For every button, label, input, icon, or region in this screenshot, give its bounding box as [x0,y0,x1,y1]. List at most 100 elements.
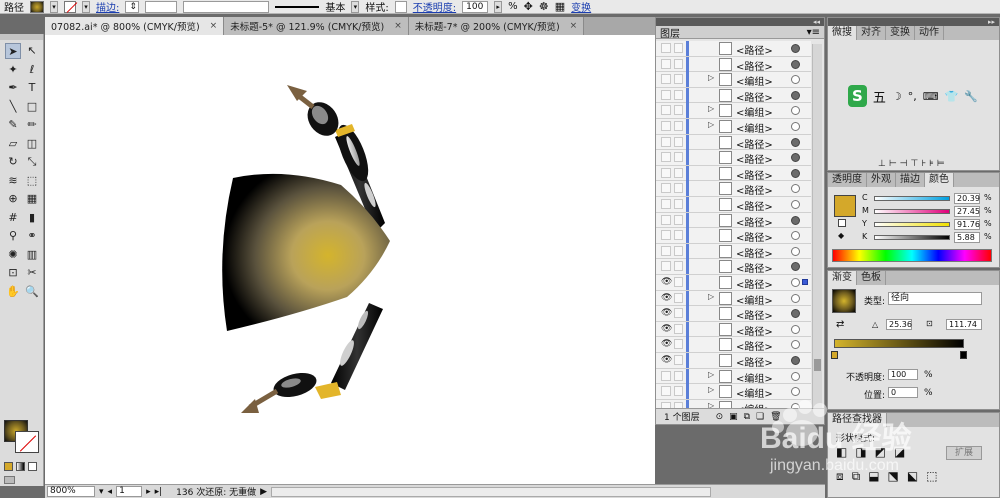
pathfinder-buttons[interactable]: ⧈⧉⬓⬔⬕⬚ [836,469,946,484]
rotate-tool-icon[interactable]: ↻ [5,154,21,170]
gradient-type-select[interactable]: 径向 [888,292,982,305]
pen-tool-icon[interactable]: ✒ [5,80,21,96]
mesh-tool-icon[interactable]: # [5,210,21,226]
lasso-tool-icon[interactable]: ℓ [24,62,40,78]
visibility-eye-icon[interactable] [661,74,671,85]
stop-opacity-field[interactable]: 100 [888,369,918,380]
make-clipping-mask-icon[interactable]: ▣ [729,412,738,422]
gradient-mode-button[interactable] [16,462,25,471]
visibility-eye-icon[interactable] [661,370,671,381]
magic-wand-tool-icon[interactable]: ✦ [5,62,21,78]
type-tool-icon[interactable]: T [24,80,40,96]
lock-toggle[interactable] [674,199,683,209]
visibility-eye-icon[interactable] [661,230,671,241]
panel-tab[interactable]: 颜色 [925,173,954,187]
skin-icon[interactable]: 👕 [945,90,959,103]
lock-toggle[interactable] [674,323,683,334]
panel-tab[interactable]: 描边 [896,173,925,187]
visibility-eye-icon[interactable] [661,183,671,194]
layer-row[interactable]: ▷ <编组> [656,119,811,135]
layer-name[interactable]: <路径> [736,136,773,151]
visibility-eye-icon[interactable]: 👁 [661,324,672,334]
layer-name[interactable]: <路径> [736,338,773,353]
expand-button[interactable]: 扩展 [946,446,982,460]
panel-tab[interactable]: 微搜 [828,26,857,40]
zoom-field[interactable]: 800% [47,486,95,497]
symbol-sprayer-tool-icon[interactable]: ✺ [5,247,21,263]
layer-row[interactable]: 👁 <路径> [656,353,811,369]
stop-location-field[interactable]: 0 [888,387,918,398]
visibility-eye-icon[interactable] [661,43,671,53]
layers-scrollbar[interactable] [812,44,822,414]
close-icon[interactable]: × [394,21,402,31]
reverse-gradient-icon[interactable]: ⇄ [836,319,844,330]
target-circle-icon[interactable] [791,246,800,256]
opacity-stepper-button[interactable]: ▸ [494,0,503,13]
aspect-field[interactable]: 111.74 [946,319,982,330]
new-sublayer-icon[interactable]: ⧉ [744,412,750,422]
layer-name[interactable]: <编组> [736,104,773,119]
visibility-eye-icon[interactable] [661,214,671,225]
lock-toggle[interactable] [674,89,683,100]
visibility-eye-icon[interactable] [661,89,671,100]
stroke-dropdown[interactable]: ▾ [82,0,90,13]
layer-row[interactable]: <路径> [656,56,811,73]
gradient-tool-icon[interactable]: ▮ [24,210,40,226]
opacity-link[interactable]: 不透明度: [413,0,456,13]
layer-row[interactable]: <路径> [656,134,811,151]
line-tool-icon[interactable]: ╲ [5,99,21,115]
layer-row[interactable]: ▷ <编组> [656,368,811,385]
recolor-artwork-icon[interactable]: ✥ [524,0,533,13]
horizontal-scrollbar[interactable] [271,486,712,497]
stroke-weight-input[interactable] [145,0,178,13]
channel-value-field[interactable]: 20.39 [954,193,980,204]
shape-mode-buttons[interactable]: ◧◨◩◪ [836,445,913,459]
slice-tool-icon[interactable]: ✂ [24,265,40,281]
layer-name[interactable]: <路径> [736,214,773,229]
layer-row[interactable]: <路径> [656,150,811,166]
layer-row[interactable]: 👁 <路径> [656,306,811,322]
target-circle-icon[interactable] [791,90,800,100]
punctuation-icon[interactable]: °, [908,90,917,103]
lock-toggle[interactable] [674,152,683,163]
selection-indicator[interactable] [802,279,808,285]
lock-toggle[interactable] [674,58,683,69]
layer-row[interactable]: 👁 <路径> [656,337,811,353]
sogou-logo-icon[interactable]: S [848,85,867,107]
hand-tool-icon[interactable]: ✋ [5,284,21,300]
angle-field[interactable]: 25.36 [886,319,912,330]
close-icon[interactable]: × [210,21,218,31]
layer-row[interactable]: ▷ <编组> [656,103,811,119]
layer-name[interactable]: <编组> [736,385,773,400]
visibility-eye-icon[interactable]: 👁 [661,293,672,303]
lock-toggle[interactable] [674,370,683,381]
visibility-eye-icon[interactable] [661,245,671,256]
lock-toggle[interactable] [674,167,683,178]
moon-icon[interactable]: ☽ [892,90,902,103]
layers-panel-collapse[interactable]: ◂◂ [656,18,824,26]
target-circle-icon[interactable] [791,137,800,147]
visibility-eye-icon[interactable] [661,261,671,272]
layer-row[interactable]: ▷ <编组> [656,384,811,400]
layer-row[interactable]: <路径> [656,87,811,104]
layer-name[interactable]: <路径> [736,323,773,338]
lock-toggle[interactable] [674,230,683,241]
scale-tool-icon[interactable]: ⤡ [24,154,40,170]
panel-tab[interactable]: 透明度 [828,173,867,187]
panel-tab[interactable]: 对齐 [857,26,886,40]
column-graph-tool-icon[interactable]: ▥ [24,247,40,263]
layer-name[interactable]: <编组> [736,292,773,307]
channel-slider[interactable] [874,222,950,227]
locate-object-icon[interactable]: ⊙ [716,412,724,422]
visibility-eye-icon[interactable] [661,152,671,163]
lock-toggle[interactable] [674,105,683,116]
channel-value-field[interactable]: 91.76 [954,219,980,230]
close-icon[interactable]: × [570,21,578,31]
lock-toggle[interactable] [674,43,683,53]
target-circle-icon[interactable] [791,262,800,272]
layer-row[interactable]: <路径> [656,41,811,57]
visibility-eye-icon[interactable] [661,167,671,178]
panel-tab[interactable]: 外观 [867,173,896,187]
lock-toggle[interactable] [674,386,683,397]
panel-tab[interactable]: 渐变 [828,271,857,285]
